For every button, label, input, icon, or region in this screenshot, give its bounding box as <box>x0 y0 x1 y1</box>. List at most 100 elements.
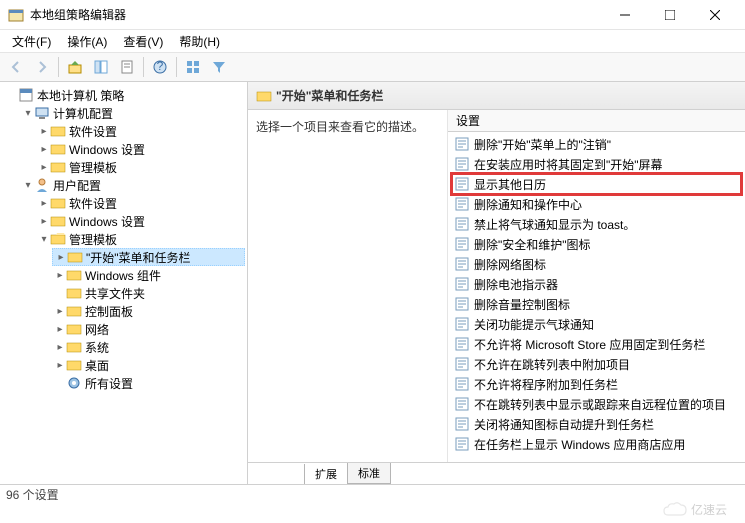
up-button[interactable] <box>63 55 87 79</box>
tree-start-taskbar[interactable]: ▸"开始"菜单和任务栏 <box>52 248 245 266</box>
filter-button[interactable] <box>207 55 231 79</box>
policy-icon <box>454 376 470 392</box>
expand-icon[interactable]: ▸ <box>54 324 66 335</box>
policy-item[interactable]: 在安装应用时将其固定到"开始"屏幕 <box>452 154 741 174</box>
policy-item-label: 删除"开始"菜单上的"注销" <box>474 136 611 153</box>
folder-icon <box>50 195 66 211</box>
toolbar: ? <box>0 52 745 82</box>
back-button[interactable] <box>4 55 28 79</box>
status-bar: 96 个设置 <box>0 484 745 504</box>
tree-shared-folders[interactable]: 共享文件夹 <box>52 284 245 302</box>
collapse-icon[interactable]: ▾ <box>22 180 34 191</box>
grid-view-button[interactable] <box>181 55 205 79</box>
policy-icon <box>454 216 470 232</box>
folder-icon <box>66 267 82 283</box>
tab-extended[interactable]: 扩展 <box>304 464 348 484</box>
policy-icon <box>454 236 470 252</box>
description-prompt: 选择一个项目来查看它的描述。 <box>256 120 424 134</box>
tree-cc-windows[interactable]: ▸Windows 设置 <box>36 140 245 158</box>
menu-bar: 文件(F) 操作(A) 查看(V) 帮助(H) <box>0 30 745 52</box>
collapse-icon[interactable]: ▾ <box>22 108 34 119</box>
policy-item[interactable]: 显示其他日历 <box>452 174 741 194</box>
tree-label: 用户配置 <box>53 177 101 194</box>
menu-file[interactable]: 文件(F) <box>4 31 59 52</box>
tree-uc-windows[interactable]: ▸Windows 设置 <box>36 212 245 230</box>
tree-uc-software[interactable]: ▸软件设置 <box>36 194 245 212</box>
policy-item[interactable]: 删除音量控制图标 <box>452 294 741 314</box>
settings-list[interactable]: 删除"开始"菜单上的"注销"在安装应用时将其固定到"开始"屏幕显示其他日历删除通… <box>448 132 745 462</box>
tab-standard[interactable]: 标准 <box>347 463 391 484</box>
tree-system[interactable]: ▸系统 <box>52 338 245 356</box>
tree-label: 计算机配置 <box>53 105 113 122</box>
policy-item[interactable]: 删除电池指示器 <box>452 274 741 294</box>
policy-icon <box>454 316 470 332</box>
policy-item[interactable]: 禁止将气球通知显示为 toast。 <box>452 214 741 234</box>
tree-root[interactable]: 本地计算机 策略 <box>4 86 245 104</box>
close-button[interactable] <box>692 1 737 29</box>
tree-desktop[interactable]: ▸ 桌面 <box>52 356 245 374</box>
expand-icon[interactable]: ▸ <box>54 360 66 371</box>
maximize-button[interactable] <box>647 1 692 29</box>
list-column-header[interactable]: 设置 <box>448 110 745 132</box>
policy-item-label: 显示其他日历 <box>474 176 546 193</box>
help-button[interactable]: ? <box>148 55 172 79</box>
policy-item-label: 删除"安全和维护"图标 <box>474 236 591 253</box>
properties-button[interactable] <box>115 55 139 79</box>
policy-item[interactable]: 删除"安全和维护"图标 <box>452 234 741 254</box>
description-column: 选择一个项目来查看它的描述。 <box>248 110 448 462</box>
policy-item[interactable]: 关闭功能提示气球通知 <box>452 314 741 334</box>
policy-item-label: 关闭将通知图标自动提升到任务栏 <box>474 416 654 433</box>
expand-icon[interactable]: ▸ <box>38 144 50 155</box>
tree-windows-components[interactable]: ▸ Windows 组件 <box>52 266 245 284</box>
policy-item[interactable]: 在任务栏上显示 Windows 应用商店应用 <box>452 434 741 454</box>
settings-icon <box>66 375 82 391</box>
tree-cc-templates[interactable]: ▸管理模板 <box>36 158 245 176</box>
policy-item[interactable]: 不在跳转列表中显示或跟踪来自远程位置的项目 <box>452 394 741 414</box>
collapse-icon[interactable]: ▾ <box>38 234 50 245</box>
menu-help[interactable]: 帮助(H) <box>171 31 228 52</box>
column-header-label: 设置 <box>456 112 480 129</box>
navigation-tree[interactable]: 本地计算机 策略 ▾ 计算机配置 ▸ 软件设置 ▸Windows 设置 <box>0 82 248 484</box>
policy-item[interactable]: 不允许在跳转列表中附加项目 <box>452 354 741 374</box>
policy-icon <box>454 296 470 312</box>
expand-icon[interactable]: ▸ <box>54 270 66 281</box>
tree-label: 软件设置 <box>69 123 117 140</box>
tree-all-settings[interactable]: 所有设置 <box>52 374 245 392</box>
tree-network[interactable]: ▸网络 <box>52 320 245 338</box>
expand-icon[interactable]: ▸ <box>38 126 50 137</box>
minimize-button[interactable] <box>602 1 647 29</box>
policy-item[interactable]: 不允许将程序附加到任务栏 <box>452 374 741 394</box>
policy-item[interactable]: 删除网络图标 <box>452 254 741 274</box>
policy-item[interactable]: 删除通知和操作中心 <box>452 194 741 214</box>
policy-icon <box>454 416 470 432</box>
right-pane-title: "开始"菜单和任务栏 <box>276 87 383 104</box>
tree-label: Windows 组件 <box>85 267 161 284</box>
forward-button[interactable] <box>30 55 54 79</box>
show-hide-tree-button[interactable] <box>89 55 113 79</box>
folder-icon <box>66 285 82 301</box>
policy-item[interactable]: 不允许将 Microsoft Store 应用固定到任务栏 <box>452 334 741 354</box>
policy-item[interactable]: 删除"开始"菜单上的"注销" <box>452 134 741 154</box>
policy-item-label: 删除通知和操作中心 <box>474 196 582 213</box>
expand-icon[interactable]: ▸ <box>54 306 66 317</box>
tree-uc-templates[interactable]: ▾管理模板 <box>36 230 245 248</box>
menu-action[interactable]: 操作(A) <box>59 31 115 52</box>
folder-icon <box>66 357 82 373</box>
expand-icon[interactable]: ▸ <box>54 342 66 353</box>
view-tabs: 扩展 标准 <box>248 462 745 484</box>
app-icon <box>8 7 24 23</box>
policy-icon <box>454 396 470 412</box>
tree-label: 桌面 <box>85 357 109 374</box>
expand-icon[interactable]: ▸ <box>38 216 50 227</box>
tree-control-panel[interactable]: ▸控制面板 <box>52 302 245 320</box>
watermark: 亿速云 <box>663 501 727 518</box>
policy-item[interactable]: 关闭将通知图标自动提升到任务栏 <box>452 414 741 434</box>
menu-view[interactable]: 查看(V) <box>115 31 171 52</box>
expand-icon[interactable]: ▸ <box>38 198 50 209</box>
tree-cc-software[interactable]: ▸ 软件设置 <box>36 122 245 140</box>
policy-item-label: 不在跳转列表中显示或跟踪来自远程位置的项目 <box>474 396 726 413</box>
tree-user-config[interactable]: ▾ 用户配置 <box>20 176 245 194</box>
tree-computer-config[interactable]: ▾ 计算机配置 <box>20 104 245 122</box>
expand-icon[interactable]: ▸ <box>38 162 50 173</box>
expand-icon[interactable]: ▸ <box>55 252 67 263</box>
